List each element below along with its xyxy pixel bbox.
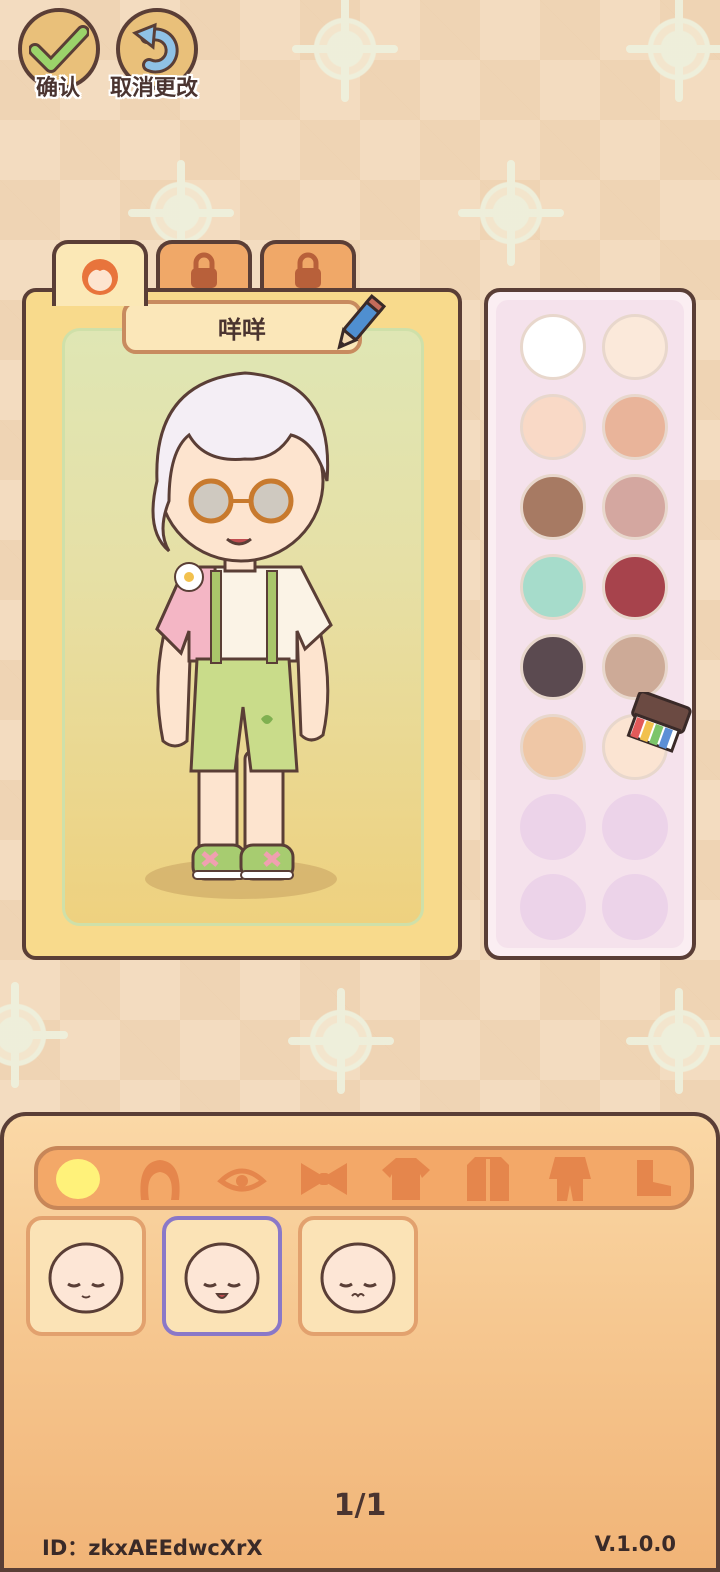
- category-eyes[interactable]: [214, 1156, 270, 1202]
- color-swatch[interactable]: [520, 314, 586, 380]
- pencil-icon[interactable]: [330, 292, 386, 358]
- outerwear-icon: [467, 1157, 509, 1201]
- color-swatch[interactable]: [602, 314, 668, 380]
- suit-icon: [549, 1157, 591, 1201]
- undo-icon: [132, 22, 179, 74]
- page-indicator: 1/1: [333, 1488, 387, 1523]
- color-swatch[interactable]: [520, 634, 586, 700]
- face-preview-icon: [48, 1242, 124, 1314]
- face-preview-icon: [320, 1242, 396, 1314]
- empty-swatch: [602, 794, 668, 860]
- character-name-field[interactable]: 咩咩: [122, 300, 362, 354]
- face-option-2[interactable]: [162, 1216, 282, 1336]
- empty-swatch: [520, 794, 586, 860]
- tab-character[interactable]: [52, 240, 148, 306]
- category-tops[interactable]: [378, 1156, 434, 1202]
- shoes-icon: [637, 1160, 671, 1196]
- checkmark-icon: [29, 25, 89, 73]
- sun-decoration: [466, 160, 556, 266]
- color-swatch[interactable]: [520, 474, 586, 540]
- category-bar: [34, 1146, 694, 1210]
- empty-swatch: [520, 874, 586, 940]
- sun-decoration: [0, 982, 60, 1088]
- face-option-3[interactable]: [298, 1216, 418, 1336]
- empty-swatch: [602, 874, 668, 940]
- sun-decoration: [634, 0, 720, 102]
- category-accessories[interactable]: [296, 1156, 352, 1202]
- face-icon: [82, 259, 118, 295]
- character-preview-panel: 咩咩: [22, 288, 462, 960]
- lock-icon: [191, 252, 217, 288]
- color-swatch[interactable]: [520, 394, 586, 460]
- hair-icon: [140, 1160, 180, 1200]
- face-preview-icon: [184, 1242, 260, 1314]
- face-shape-icon: [56, 1159, 100, 1199]
- color-swatch[interactable]: [520, 554, 586, 620]
- version-label: V.1.0.0: [594, 1532, 676, 1556]
- character-frame: [62, 328, 424, 926]
- eyes-icon: [217, 1168, 267, 1192]
- player-id: ID：zkxAEEdwcXrX: [42, 1536, 263, 1560]
- face-option-1[interactable]: [26, 1216, 146, 1336]
- lock-icon: [295, 252, 321, 288]
- bow-icon: [301, 1163, 347, 1195]
- palette-grid: [496, 300, 692, 948]
- character-name: 咩咩: [218, 315, 266, 344]
- category-hair[interactable]: [132, 1156, 188, 1202]
- sun-decoration: [300, 0, 390, 102]
- color-swatch[interactable]: [520, 714, 586, 780]
- color-palette-panel: [484, 288, 696, 960]
- cancel-changes-label: 取消更改: [110, 76, 199, 101]
- top-icon: [382, 1158, 430, 1200]
- sun-decoration: [634, 988, 720, 1094]
- confirm-label: 确认: [36, 76, 81, 101]
- category-outerwear[interactable]: [460, 1156, 516, 1202]
- paint-brush-icon: [626, 692, 692, 753]
- category-shoes[interactable]: [624, 1156, 680, 1202]
- color-swatch[interactable]: [602, 474, 668, 540]
- color-swatch[interactable]: [602, 634, 668, 700]
- sun-decoration: [296, 988, 386, 1094]
- character-avatar[interactable]: [65, 331, 421, 923]
- category-face-shape[interactable]: [50, 1156, 106, 1202]
- category-suits[interactable]: [542, 1156, 598, 1202]
- color-swatch[interactable]: [602, 394, 668, 460]
- color-swatch[interactable]: [602, 554, 668, 620]
